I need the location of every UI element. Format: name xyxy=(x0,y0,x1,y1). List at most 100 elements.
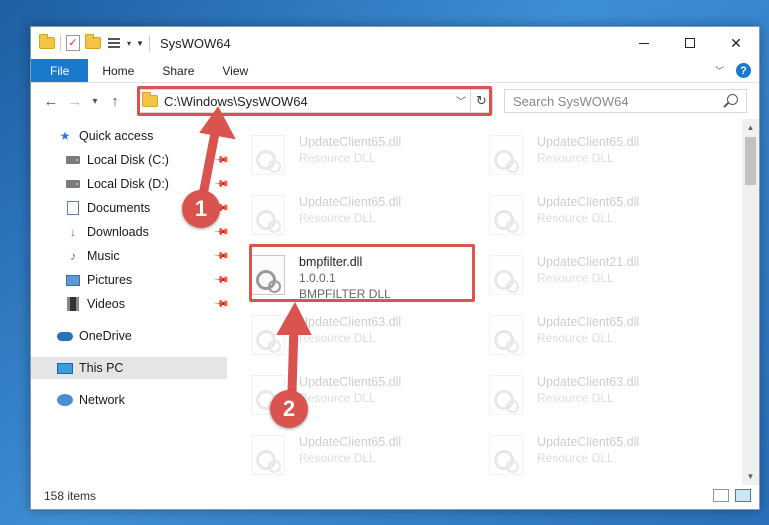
tab-file[interactable]: File xyxy=(31,59,89,82)
file-description: Resource DLL xyxy=(537,211,614,225)
maximize-button[interactable] xyxy=(667,27,713,59)
dll-file-icon xyxy=(489,135,523,175)
file-name: UpdateClient63.dll xyxy=(299,315,402,329)
recent-locations-chevron-icon[interactable]: ▾ xyxy=(87,96,103,107)
qat-customize-icon[interactable]: ▼ xyxy=(136,39,144,48)
maximize-icon xyxy=(685,38,695,48)
minimize-icon xyxy=(639,42,649,44)
status-bar: 158 items xyxy=(31,483,759,509)
sidebar-item-quick-access[interactable]: ★ Quick access xyxy=(31,125,227,147)
step-1-badge: 1 xyxy=(182,190,220,228)
ribbon-right: ﹀ ? xyxy=(715,63,751,78)
sidebar-item-label: Videos xyxy=(87,297,125,311)
sidebar-item-onedrive[interactable]: OneDrive xyxy=(31,325,227,347)
vertical-scrollbar[interactable]: ▲ ▼ xyxy=(742,119,759,485)
sidebar-item-this-pc[interactable]: This PC xyxy=(31,357,227,379)
scroll-thumb[interactable] xyxy=(745,137,756,185)
step-2-badge: 2 xyxy=(270,390,308,428)
pin-icon[interactable]: 📌 xyxy=(212,296,229,313)
sidebar-item-local-disk-c[interactable]: Local Disk (C:) 📌 xyxy=(31,149,229,171)
expand-ribbon-chevron-icon[interactable]: ﹀ xyxy=(715,64,724,77)
file-description: Resource DLL xyxy=(299,391,376,405)
dll-file-icon xyxy=(251,435,285,475)
sidebar-item-label: This PC xyxy=(79,361,124,375)
dll-file-icon xyxy=(489,315,523,355)
search-icon[interactable] xyxy=(727,94,738,105)
sidebar-item-label: Local Disk (D:) xyxy=(87,177,169,191)
file-item[interactable]: UpdateClient65.dll Resource DLL xyxy=(467,307,697,361)
help-icon[interactable]: ? xyxy=(736,63,751,78)
file-name: UpdateClient65.dll xyxy=(299,375,402,389)
downloads-icon: ↓ xyxy=(70,225,76,239)
drive-icon xyxy=(66,156,80,164)
dll-file-icon xyxy=(251,135,285,175)
back-arrow-icon[interactable]: ← xyxy=(39,93,63,110)
file-description: Resource DLL xyxy=(299,211,376,225)
sidebar-item-network[interactable]: Network xyxy=(31,389,227,411)
properties-icon[interactable]: ✓ xyxy=(66,35,80,51)
file-name: UpdateClient65.dll xyxy=(537,315,640,329)
star-icon: ★ xyxy=(59,129,71,143)
customize-view-icon[interactable] xyxy=(106,36,122,50)
view-toggles xyxy=(713,489,751,502)
file-item[interactable]: UpdateClient21.dll Resource DLL xyxy=(467,247,697,301)
title-bar: ✓ ▾ ▼ SysWOW64 ✕ xyxy=(31,27,759,59)
large-icons-view-icon[interactable] xyxy=(735,489,751,502)
sidebar-item-label: OneDrive xyxy=(79,329,132,343)
sidebar-item-pictures[interactable]: Pictures 📌 xyxy=(31,269,229,291)
sidebar-item-label: Documents xyxy=(87,201,151,215)
sidebar-item-label: Network xyxy=(79,393,125,407)
file-description: Resource DLL xyxy=(299,331,376,345)
dll-file-icon xyxy=(251,195,285,235)
forward-arrow-icon[interactable]: → xyxy=(63,93,87,110)
pin-icon[interactable]: 📌 xyxy=(212,224,229,241)
file-description: Resource DLL xyxy=(537,391,614,405)
file-description: Resource DLL xyxy=(537,331,614,345)
file-item[interactable]: UpdateClient63.dll Resource DLL xyxy=(467,367,697,421)
onedrive-icon xyxy=(57,331,73,341)
sidebar-item-videos[interactable]: Videos 📌 xyxy=(31,293,229,315)
minimize-button[interactable] xyxy=(621,27,667,59)
file-item[interactable]: UpdateClient65.dll Resource DLL xyxy=(467,187,697,241)
dll-file-icon xyxy=(489,435,523,475)
qat-chevron-down-icon[interactable]: ▾ xyxy=(127,39,131,48)
close-icon: ✕ xyxy=(730,34,742,51)
toolbar-divider xyxy=(148,35,150,51)
search-input[interactable]: Search SysWOW64 xyxy=(504,89,747,113)
close-button[interactable]: ✕ xyxy=(713,27,759,59)
file-item[interactable]: UpdateClient63.dll Resource DLL xyxy=(229,307,459,361)
quick-access-toolbar: ✓ ▾ ▼ xyxy=(31,34,150,51)
pin-icon[interactable]: 📌 xyxy=(212,248,229,265)
music-icon: ♪ xyxy=(70,249,76,263)
new-folder-icon[interactable] xyxy=(85,34,101,49)
file-item[interactable]: UpdateClient65.dll Resource DLL xyxy=(467,127,697,181)
pictures-icon xyxy=(66,274,80,286)
file-item[interactable]: UpdateClient65.dll Resource DLL xyxy=(229,127,459,181)
pin-icon[interactable]: 📌 xyxy=(212,152,229,169)
dll-file-icon xyxy=(489,255,523,295)
file-item[interactable]: UpdateClient65.dll Resource DLL xyxy=(229,427,459,481)
tab-home[interactable]: Home xyxy=(88,59,148,82)
tab-view[interactable]: View xyxy=(208,59,262,82)
pin-icon[interactable]: 📌 xyxy=(212,272,229,289)
window-title: SysWOW64 xyxy=(159,35,231,51)
file-name: UpdateClient65.dll xyxy=(537,195,640,209)
file-item[interactable]: UpdateClient65.dll Resource DLL xyxy=(467,427,697,481)
scroll-up-arrow-icon[interactable]: ▲ xyxy=(742,119,759,136)
up-arrow-icon[interactable]: ↑ xyxy=(103,93,127,110)
details-view-icon[interactable] xyxy=(713,489,729,502)
file-item[interactable]: UpdateClient65.dll Resource DLL xyxy=(229,187,459,241)
item-count: 158 items xyxy=(44,489,97,503)
navigation-bar: ← → ▾ ↑ C:\Windows\SysWOW64 ﹀ ↻ Search S… xyxy=(31,83,759,119)
file-name: UpdateClient63.dll xyxy=(537,375,640,389)
file-description: Resource DLL xyxy=(299,451,376,465)
file-item[interactable]: UpdateClient65.dll Resource DLL xyxy=(229,367,459,421)
pin-icon[interactable]: 📌 xyxy=(212,176,229,193)
file-name: UpdateClient65.dll xyxy=(537,135,640,149)
file-name: UpdateClient65.dll xyxy=(299,435,402,449)
dll-file-icon xyxy=(251,315,285,355)
file-name: UpdateClient21.dll xyxy=(537,255,640,269)
tab-share[interactable]: Share xyxy=(148,59,208,82)
sidebar-item-label: Downloads xyxy=(87,225,149,239)
sidebar-item-music[interactable]: ♪ Music 📌 xyxy=(31,245,229,267)
